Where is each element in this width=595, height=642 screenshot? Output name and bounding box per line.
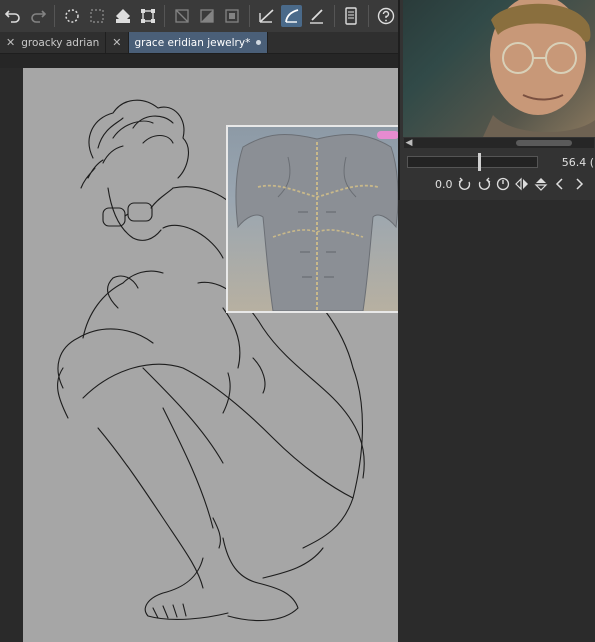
help-icon	[377, 7, 394, 25]
invert-selection-icon	[200, 9, 214, 23]
scroll-left-icon[interactable]: ◀	[404, 138, 414, 148]
transform-button[interactable]	[137, 5, 158, 27]
zoom-row: 56.4 (	[404, 152, 594, 172]
tab-label: grace eridian jewelry*	[134, 36, 251, 49]
toolbar-separator	[367, 5, 369, 27]
tab-label: groacky adrian	[21, 36, 100, 49]
curve-brush-button[interactable]	[281, 5, 303, 27]
reset-rotation-button[interactable]	[496, 177, 510, 191]
close-tab-icon[interactable]: ✕	[112, 36, 121, 49]
undo-icon	[4, 10, 20, 23]
toolbar-separator	[249, 5, 251, 27]
redo-icon	[31, 10, 46, 23]
next-button[interactable]	[572, 177, 586, 191]
curve-brush-icon	[284, 9, 299, 23]
torso-mannequin-image	[235, 134, 398, 311]
freehand-brush-icon	[258, 9, 274, 23]
rotation-value: 0.0	[435, 177, 453, 191]
hand-outline	[107, 275, 139, 309]
show-selection-button[interactable]	[222, 5, 243, 27]
rotate-right-button[interactable]	[477, 177, 491, 191]
zoom-slider-handle[interactable]	[477, 153, 481, 171]
rotate-left-icon	[458, 177, 470, 190]
scrollbar-thumb[interactable]	[516, 140, 572, 146]
flip-vertical-icon	[534, 178, 547, 191]
close-tab-icon[interactable]: ✕	[6, 36, 15, 49]
rectangle-select-icon	[90, 9, 104, 23]
freehand-brush-button[interactable]	[256, 5, 277, 27]
redo-button[interactable]	[27, 5, 48, 27]
portrait-photo	[483, 0, 595, 137]
chevron-left-icon	[555, 178, 563, 190]
tab-grace-eridian-jewelry[interactable]: ✕	[106, 32, 129, 53]
thigh-outline	[82, 363, 354, 499]
deselect-button[interactable]	[171, 5, 192, 27]
flip-vertical-button[interactable]	[534, 177, 548, 191]
glasses-right	[127, 202, 153, 222]
zoom-value: 56.4 (	[561, 155, 594, 169]
invert-selection-button[interactable]	[197, 5, 218, 27]
face-outline	[107, 187, 162, 241]
foot-outline	[222, 537, 299, 622]
toolbar-separator	[54, 5, 56, 27]
previous-button[interactable]	[553, 177, 567, 191]
canvas-viewport[interactable]	[0, 54, 398, 642]
unsaved-indicator-icon	[256, 40, 262, 45]
tablet-button[interactable]	[341, 5, 362, 27]
rotate-right-icon	[478, 177, 490, 190]
transform-icon	[140, 9, 155, 23]
deselect-icon	[175, 9, 189, 23]
help-button[interactable]	[375, 5, 396, 27]
reference-image-layer[interactable]	[226, 125, 398, 313]
line-tool-icon	[310, 9, 324, 24]
tab-groacky-adrian[interactable]: ✕ groacky adrian	[0, 32, 107, 53]
horizontal-ruler	[0, 54, 398, 68]
magic-wand-select-icon	[65, 9, 79, 23]
line-tool-button[interactable]	[306, 5, 327, 27]
reset-rotation-icon	[496, 177, 509, 191]
shin-outline	[97, 427, 204, 589]
reference-horizontal-scrollbar[interactable]: ◀	[404, 138, 594, 148]
chevron-right-icon	[575, 178, 583, 190]
toolbar-separator	[333, 5, 335, 27]
reference-badge	[377, 131, 398, 139]
rotation-row: 0.0	[404, 173, 594, 195]
zoom-slider[interactable]	[407, 153, 538, 171]
document-tabs: ✕ groacky adrian ✕ grace eridian jewelry…	[0, 32, 398, 54]
reference-panel: ◀ 56.4 ( 0.0	[398, 0, 595, 200]
toolbar-separator	[164, 5, 166, 27]
fill-bucket-button[interactable]	[112, 5, 133, 27]
tablet-icon	[345, 7, 357, 25]
flip-horizontal-button[interactable]	[514, 177, 529, 191]
main-toolbar	[0, 0, 398, 33]
hair-outline	[88, 99, 189, 179]
show-selection-icon	[225, 9, 240, 23]
magic-wand-select-button[interactable]	[61, 5, 82, 27]
flip-horizontal-icon	[514, 177, 528, 191]
rotate-left-button[interactable]	[458, 177, 472, 191]
reference-photo[interactable]	[403, 0, 595, 137]
fill-bucket-icon	[115, 9, 130, 23]
rectangle-select-button[interactable]	[87, 5, 108, 27]
tab-grace-eridian-jewelry-active[interactable]: grace eridian jewelry*	[128, 32, 269, 53]
undo-button[interactable]	[2, 5, 23, 27]
